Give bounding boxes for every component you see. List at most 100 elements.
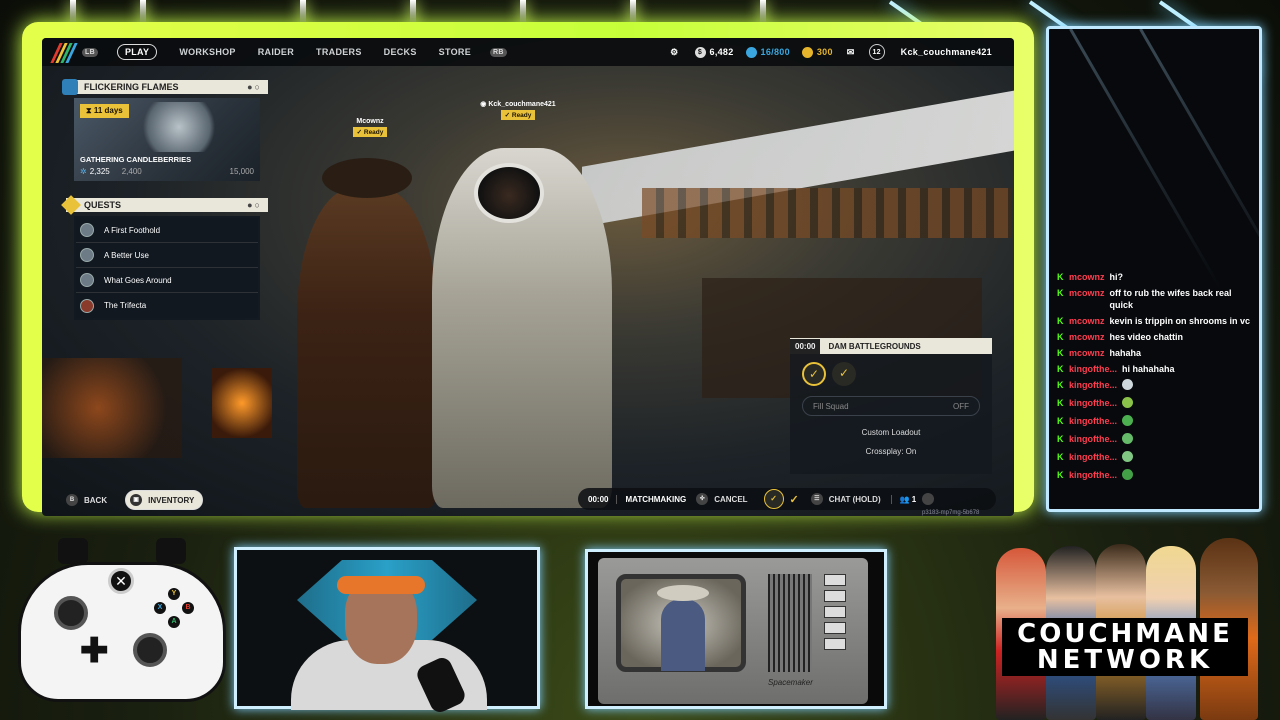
fill-squad-toggle[interactable]: Fill Squad OFF xyxy=(802,396,980,416)
event-header: FLICKERING FLAMES ●○ xyxy=(62,79,268,95)
quest-item[interactable]: What Goes Around xyxy=(76,268,258,293)
matchmaking-bar: 00:00 MATCHMAKING ✜ CANCEL ✓ ✓ ☰ CHAT (HOL… xyxy=(578,488,996,510)
back-label: BACK xyxy=(84,495,108,505)
chat-username[interactable]: kingofthe... xyxy=(1069,469,1117,483)
chat-username[interactable]: kingofthe... xyxy=(1069,451,1117,465)
credits-value: 300 xyxy=(816,47,833,57)
profile-username[interactable]: Kck_couchmane421 xyxy=(901,47,992,57)
chat-username[interactable]: mcownz xyxy=(1069,331,1105,343)
b-button: B xyxy=(182,602,194,614)
chat-username[interactable]: mcownz xyxy=(1069,315,1105,327)
chat-username[interactable]: mcownz xyxy=(1069,271,1105,283)
right-trigger xyxy=(156,538,186,564)
kick-icon: K xyxy=(1057,316,1064,326)
custom-loadout-button[interactable]: Custom Loadout xyxy=(790,428,992,437)
quest-giver-icon xyxy=(80,298,94,313)
chat-username[interactable]: kingofthe... xyxy=(1069,415,1117,429)
tab-workshop[interactable]: WORKSHOP xyxy=(179,47,235,57)
inventory-button[interactable]: ▣ INVENTORY xyxy=(125,490,204,510)
tab-store[interactable]: STORE xyxy=(439,47,471,57)
cancel-key-icon: ✜ xyxy=(696,493,709,505)
matchmaking-timer: 00:00 xyxy=(588,494,609,504)
player-name: Mcownz xyxy=(356,118,384,125)
quest-item[interactable]: A Better Use xyxy=(76,243,258,268)
chat-message: Kkingofthe... xyxy=(1057,451,1252,465)
party-count-value: 1 xyxy=(911,494,917,504)
chat-button[interactable]: ☰ CHAT (HOLD) xyxy=(810,493,881,505)
controller-graphic: ✕ ✚ Y X B A xyxy=(18,538,226,704)
event-timer-badge: ⧗ 11 days xyxy=(80,104,129,118)
tab-raider[interactable]: RAIDER xyxy=(258,47,294,57)
chat-message: Kkingofthe... xyxy=(1057,379,1252,393)
chat-text xyxy=(1122,415,1133,429)
tab-traders[interactable]: TRADERS xyxy=(316,47,362,57)
menu-icon[interactable] xyxy=(922,493,935,505)
mail-icon[interactable]: ✉ xyxy=(847,47,855,58)
quest-label: A First Foothold xyxy=(104,225,161,235)
credits-currency: 300 xyxy=(801,46,833,58)
chat-username[interactable]: kingofthe... xyxy=(1069,397,1117,411)
chat-message: Kmcownz hahaha xyxy=(1057,347,1252,359)
quests-panel: QUESTS ●○ A First Foothold A Better Use … xyxy=(61,195,268,326)
crossplay-toggle[interactable]: Crossplay: On xyxy=(790,447,992,456)
y-key-icon: ▣ xyxy=(130,494,143,506)
x-button: X xyxy=(154,602,166,614)
quest-item[interactable]: The Trifecta xyxy=(76,293,258,318)
progress-value: 2,325 xyxy=(89,167,110,176)
left-stick xyxy=(54,596,88,630)
emote-icon xyxy=(1122,451,1133,462)
pager-dots: ●○ xyxy=(247,82,262,92)
kick-icon: K xyxy=(1057,272,1064,282)
webcam-frame xyxy=(234,547,540,716)
kick-icon: K xyxy=(1057,452,1064,462)
kick-icon: K xyxy=(1057,416,1064,426)
brand-logo: COUCHMANE NETWORK xyxy=(1002,618,1248,676)
chat-username[interactable]: kingofthe... xyxy=(1069,379,1117,393)
quest-item[interactable]: A First Foothold xyxy=(76,218,258,243)
chat-message: Kkingofthe... hi hahahaha xyxy=(1057,363,1252,375)
coins-value: 6,482 xyxy=(709,47,734,57)
helmet xyxy=(474,163,544,223)
quest-label: What Goes Around xyxy=(104,275,172,285)
tab-decks[interactable]: DECKS xyxy=(384,47,417,57)
candleberry-bush-image xyxy=(134,102,224,152)
y-button: Y xyxy=(168,588,180,600)
progress-mid: 2,400 xyxy=(121,167,142,176)
fill-squad-value: OFF xyxy=(953,401,969,411)
build-id: p3183-mp7mg-5b678 xyxy=(922,510,980,516)
event-name: GATHERING CANDLEBERRIES xyxy=(80,155,192,164)
pager-dots: ●○ xyxy=(247,200,262,210)
chat-message: Kkingofthe... xyxy=(1057,415,1252,429)
party-count[interactable]: 👥 1 xyxy=(890,494,917,504)
quest-list: A First Foothold A Better Use What Goes … xyxy=(74,216,260,320)
chat-text: hi hahahaha xyxy=(1122,364,1175,374)
player-tag-mcownz: Mcownz ✓ Ready xyxy=(348,118,392,137)
event-panel[interactable]: FLICKERING FLAMES ●○ ⧗ 11 days GATHERING… xyxy=(62,79,268,184)
chat-message: Kkingofthe... xyxy=(1057,433,1252,447)
quest-giver-icon xyxy=(80,223,94,237)
chat-text: off to rub the wifes back real quick xyxy=(1109,288,1232,310)
kick-icon: K xyxy=(1057,398,1064,408)
chat-text xyxy=(1122,379,1133,393)
emote-icon xyxy=(1122,469,1133,480)
cancel-button[interactable]: ✜ CANCEL xyxy=(696,493,748,505)
capacity-currency: 16/800 xyxy=(745,46,790,58)
capacity-icon xyxy=(745,46,757,58)
chat-username[interactable]: kingofthe... xyxy=(1069,363,1117,375)
chat-username[interactable]: kingofthe... xyxy=(1069,433,1117,447)
chat-username[interactable]: mcownz xyxy=(1069,347,1105,359)
squad-panel: 00:00 DAM BATTLEGROUNDS ✓ ✓ Fill Squad O… xyxy=(790,338,992,474)
chat-username[interactable]: mcownz xyxy=(1069,287,1105,311)
tv-buttons xyxy=(824,574,846,672)
tab-play[interactable]: PLAY xyxy=(116,44,158,60)
kick-icon: K xyxy=(1057,288,1064,298)
back-button[interactable]: B BACK xyxy=(66,494,107,506)
chat-bg-light xyxy=(1069,29,1222,290)
quest-label: The Trifecta xyxy=(104,301,147,310)
squad-members: ✓ ✓ xyxy=(802,362,992,386)
tv-brand: Spacemaker xyxy=(768,678,813,687)
squad-member-icon: ✓ xyxy=(763,489,784,509)
cowboy-hat xyxy=(657,585,709,601)
brand-line-1: COUCHMANE xyxy=(1017,619,1233,649)
kick-icon: K xyxy=(1057,364,1064,374)
